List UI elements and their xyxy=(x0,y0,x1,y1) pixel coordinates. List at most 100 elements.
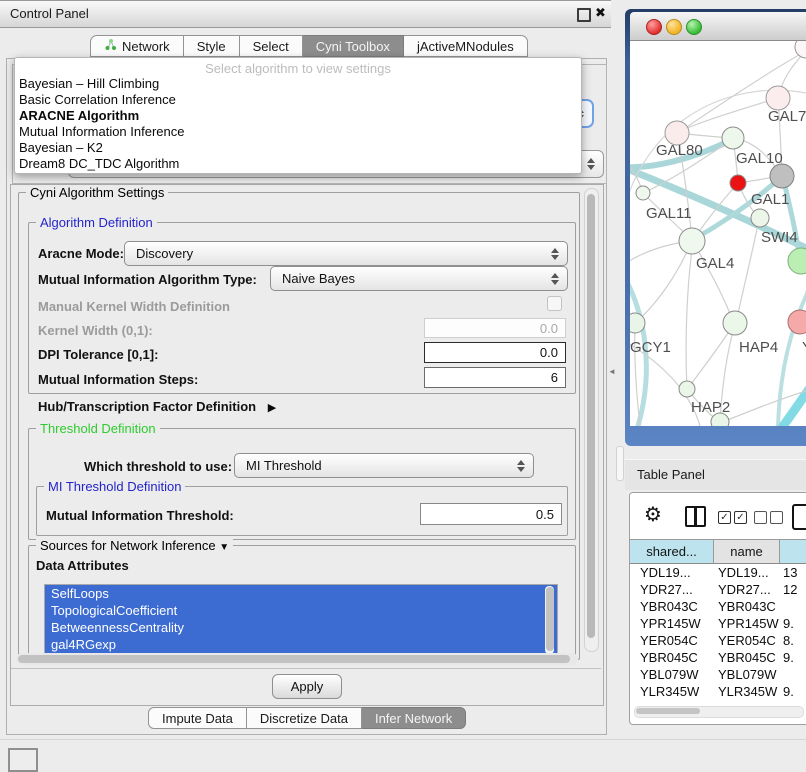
network-canvas[interactable]: GAL7GAL80GAL10GAL1GAL11SWI4GAL4GCY1HAP4Y… xyxy=(630,41,806,426)
network-node-gal11[interactable] xyxy=(636,186,650,200)
expanded-arrow-icon[interactable]: ▼ xyxy=(219,542,229,553)
network-window-titlebar[interactable] xyxy=(630,12,806,41)
hub-section-toggle[interactable]: Hub/Transcription Factor Definition ▶ xyxy=(38,399,276,414)
table-horizontal-scrollbar[interactable] xyxy=(634,706,804,718)
checked-checkbox-icon: ✓ xyxy=(734,511,747,524)
mi-type-value: Naive Bayes xyxy=(282,271,355,286)
node-label: GAL11 xyxy=(646,205,692,222)
dropdown-item[interactable]: Bayesian – K2 xyxy=(15,140,581,156)
aracne-mode-label: Aracne Mode: xyxy=(38,246,124,261)
control-panel-titlebar: Control Panel ✖ xyxy=(0,0,611,28)
table-row[interactable]: YIL052CYIL052C0. xyxy=(630,701,806,703)
network-node-hap2[interactable] xyxy=(679,381,695,397)
tab-impute-data[interactable]: Impute Data xyxy=(148,707,247,729)
network-node-gal1[interactable] xyxy=(730,175,746,191)
dpi-tolerance-field[interactable]: 0.0 xyxy=(424,342,566,363)
attribute-list-item-selected[interactable]: TopologicalCoefficient xyxy=(45,602,557,619)
table-cell: 9. xyxy=(783,616,794,631)
network-node-gal7[interactable] xyxy=(766,86,790,110)
kernel-width-field: 0.0 xyxy=(424,318,566,338)
minimized-panel-icon[interactable] xyxy=(8,748,38,772)
data-attributes-list[interactable]: SelfLoopsTopologicalCoefficientBetweenne… xyxy=(44,584,558,658)
tab-label: Discretize Data xyxy=(260,711,348,726)
network-node-swi4[interactable] xyxy=(751,209,769,227)
node-label: GAL1 xyxy=(751,191,789,208)
table-row[interactable]: YBR043CYBR043C xyxy=(630,599,806,616)
tab-jactivemnodules[interactable]: jActiveMNodules xyxy=(404,35,528,57)
table-cell: 8. xyxy=(783,633,794,648)
table-row[interactable]: YER054CYER054C8. xyxy=(630,633,806,650)
node-label: SWI4 xyxy=(761,229,798,246)
dropdown-item[interactable]: Dream8 DC_TDC Algorithm xyxy=(15,156,581,172)
column-header-shared[interactable]: shared... xyxy=(630,539,714,564)
table-row[interactable]: YLR345WYLR345W9. xyxy=(630,684,806,701)
zoom-button[interactable] xyxy=(686,19,702,35)
table-cell: YBR043C xyxy=(718,599,776,614)
splitter-collapse-icon[interactable]: ◄ xyxy=(608,367,616,376)
table-row[interactable]: YBL079WYBL079W xyxy=(630,667,806,684)
which-threshold-select[interactable]: MI Threshold xyxy=(234,453,534,478)
table-cell: YIL052C xyxy=(640,701,691,703)
float-window-icon[interactable] xyxy=(577,8,591,22)
table-row[interactable]: YBR045CYBR045C9. xyxy=(630,650,806,667)
column-header-partial[interactable] xyxy=(780,539,806,564)
settings-horizontal-scrollbar[interactable] xyxy=(16,653,578,665)
minimize-button[interactable] xyxy=(666,19,682,35)
dropdown-item[interactable]: Bayesian – Hill Climbing xyxy=(15,76,581,92)
attribute-list-item-selected[interactable]: BetweennessCentrality xyxy=(45,619,557,636)
network-node-gal4[interactable] xyxy=(679,228,705,254)
collapsed-arrow-icon: ▶ xyxy=(268,402,276,414)
tab-cyni-toolbox[interactable]: Cyni Toolbox xyxy=(303,35,404,57)
tab-style[interactable]: Style xyxy=(184,35,240,57)
tab-discretize-data[interactable]: Discretize Data xyxy=(247,707,362,729)
split-columns-icon[interactable] xyxy=(685,506,706,527)
network-node[interactable] xyxy=(788,248,806,274)
aracne-mode-value: Discovery xyxy=(136,246,193,261)
tab-label: Impute Data xyxy=(162,711,233,726)
table-cell: 9. xyxy=(783,684,794,699)
network-node-hap4[interactable] xyxy=(723,311,747,335)
tab-select[interactable]: Select xyxy=(240,35,303,57)
select-all-columns-icon[interactable]: ✓ ✓ xyxy=(718,511,750,525)
apply-button[interactable]: Apply xyxy=(272,674,342,699)
mi-threshold-field[interactable]: 0.5 xyxy=(420,503,562,525)
tab-label: Select xyxy=(253,39,289,54)
control-panel-title: Control Panel xyxy=(10,1,89,27)
table-row[interactable]: YDR27...YDR27...12 xyxy=(630,582,806,599)
table-cell: YPR145W xyxy=(640,616,701,631)
close-icon[interactable]: ✖ xyxy=(595,5,606,21)
table-row[interactable]: YPR145W YPR145W 9. xyxy=(630,616,806,633)
list-scrollbar[interactable] xyxy=(545,586,554,654)
aracne-mode-select[interactable]: Discovery xyxy=(124,241,568,266)
deselect-all-columns-icon[interactable] xyxy=(754,511,786,525)
column-header-name[interactable]: name xyxy=(714,539,780,564)
divider xyxy=(11,668,601,669)
network-node[interactable] xyxy=(770,164,794,188)
dropdown-item[interactable]: Mutual Information Inference xyxy=(15,124,581,140)
dropdown-item[interactable]: ARACNE Algorithm xyxy=(15,108,581,124)
settings-vertical-scrollbar[interactable] xyxy=(584,188,599,652)
table-cell: YDR27... xyxy=(718,582,771,597)
network-node-gal10[interactable] xyxy=(722,127,744,149)
mi-steps-field[interactable]: 6 xyxy=(424,367,566,388)
splitter-handle[interactable] xyxy=(616,446,624,481)
attribute-list-item-selected[interactable]: SelfLoops xyxy=(45,585,557,602)
table-cell: YDL19... xyxy=(718,565,769,580)
close-button[interactable] xyxy=(646,19,662,35)
network-node[interactable] xyxy=(795,41,806,58)
node-label: HAP2 xyxy=(691,399,730,416)
table-cell: YDR27... xyxy=(640,582,693,597)
table-row[interactable]: YDL19...YDL19...13 xyxy=(630,565,806,582)
gear-icon[interactable]: ⚙ xyxy=(644,502,662,527)
network-node-y[interactable] xyxy=(788,310,806,334)
function-builder-icon[interactable] xyxy=(792,504,806,530)
mi-type-select[interactable]: Naive Bayes xyxy=(270,266,568,291)
manual-kernel-checkbox[interactable] xyxy=(547,296,562,311)
attribute-list-item-selected[interactable]: gal4RGexp xyxy=(45,636,557,653)
tab-infer-network[interactable]: Infer Network xyxy=(362,707,466,729)
tab-network[interactable]: Network xyxy=(90,35,184,57)
dropdown-item[interactable]: Basic Correlation Inference xyxy=(15,92,581,108)
dpi-tolerance-label: DPI Tolerance [0,1]: xyxy=(38,347,158,362)
table-cell: YPR145W xyxy=(718,616,779,631)
network-node-gcy1[interactable] xyxy=(630,313,645,333)
